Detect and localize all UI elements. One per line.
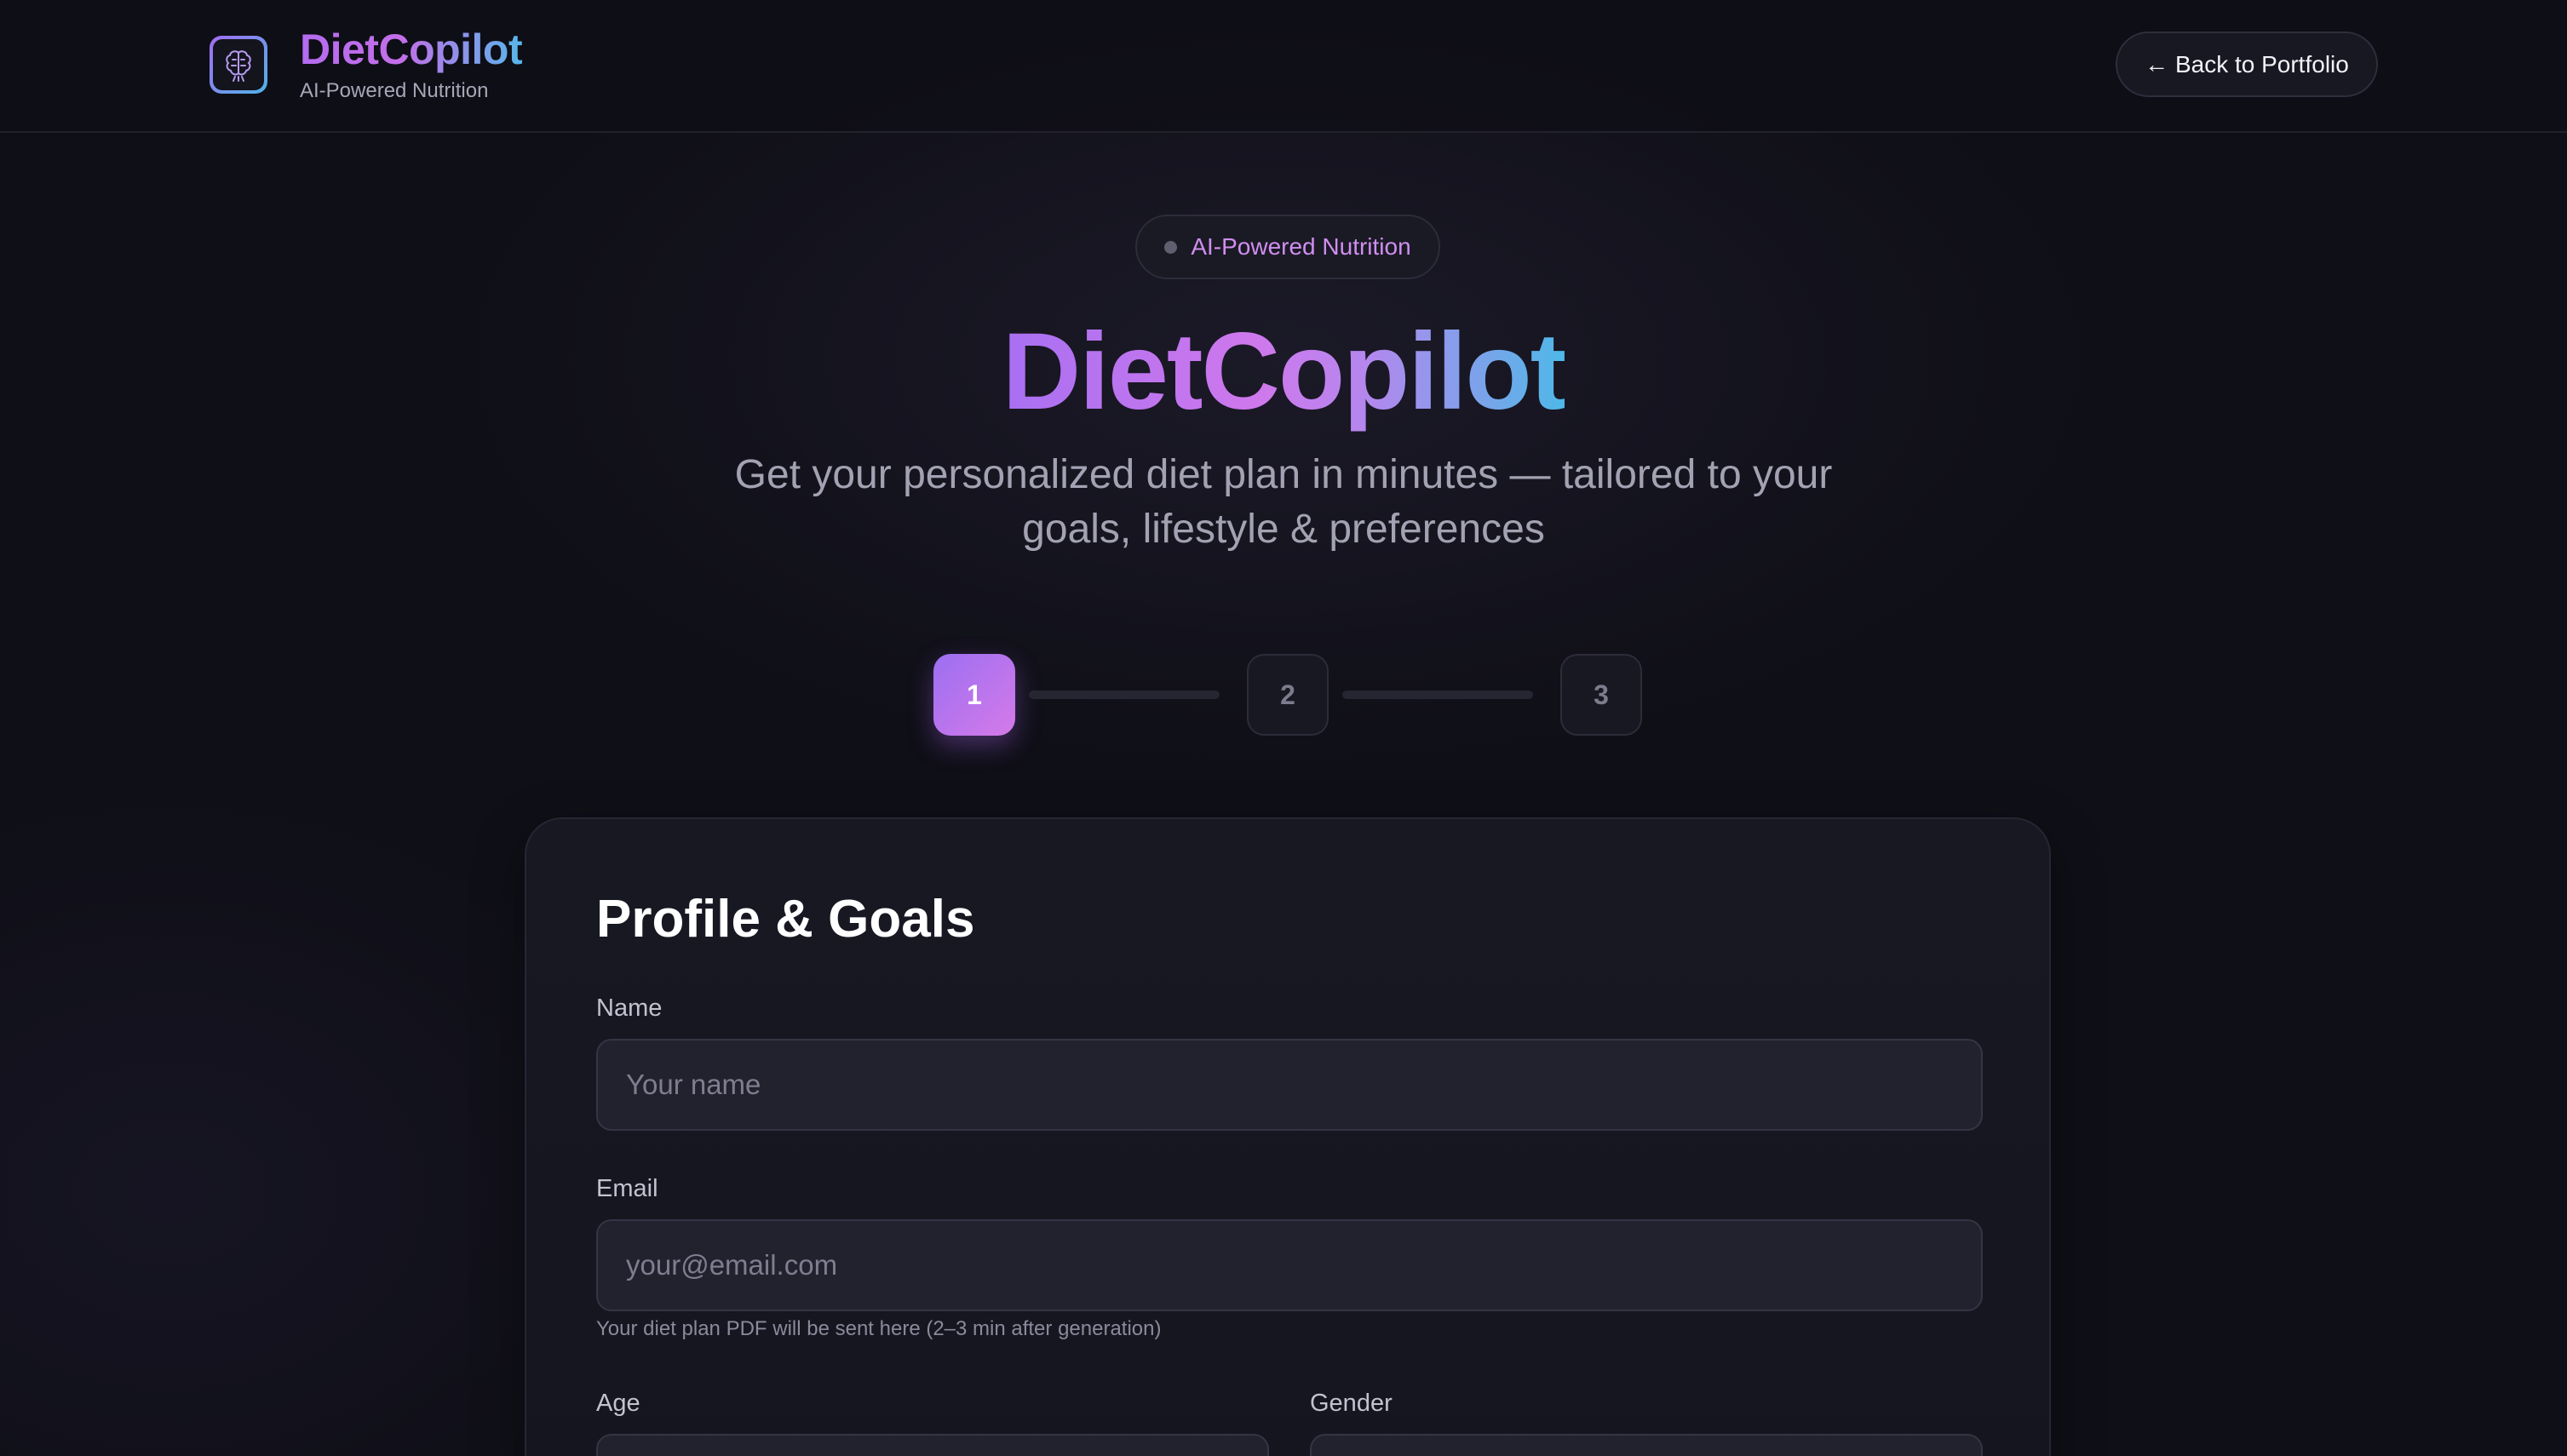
hero-badge-label: AI-Powered Nutrition: [1191, 233, 1411, 260]
name-label: Name: [596, 995, 663, 1022]
step-1-indicator[interactable]: 1: [933, 654, 1015, 736]
email-input[interactable]: [596, 1219, 1983, 1311]
age-label: Age: [596, 1390, 640, 1417]
brand-tagline: AI-Powered Nutrition: [300, 79, 489, 102]
back-button-label: ← Back to Portfolio: [2145, 50, 2349, 77]
age-input[interactable]: [596, 1434, 1269, 1456]
brand-name[interactable]: DietCopilot: [300, 24, 523, 75]
step-connector-2: [1342, 691, 1533, 699]
gender-select[interactable]: [1310, 1434, 1983, 1456]
name-input[interactable]: [596, 1039, 1983, 1131]
brand-logo[interactable]: [210, 36, 267, 94]
profile-goals-card: Profile & Goals Name Email Your diet pla…: [525, 817, 2051, 1456]
brain-icon: [213, 39, 264, 90]
card-title: Profile & Goals: [596, 890, 975, 949]
hero-badge: AI-Powered Nutrition: [1135, 215, 1440, 279]
back-to-portfolio-button[interactable]: ← Back to Portfolio: [2116, 32, 2378, 97]
hero-subtitle: Get your personalized diet plan in minut…: [734, 452, 1833, 552]
email-hint: Your diet plan PDF will be sent here (2–…: [596, 1317, 1162, 1340]
step-2-indicator[interactable]: 2: [1247, 654, 1329, 736]
status-dot-icon: [1164, 240, 1178, 254]
email-label: Email: [596, 1175, 658, 1202]
step-connector-1: [1029, 691, 1220, 699]
hero-title-text: DietCopilot: [1002, 311, 1567, 433]
gender-label: Gender: [1310, 1390, 1393, 1417]
top-navbar: DietCopilot AI-Powered Nutrition ← Back …: [0, 0, 2567, 133]
hero-title: DietCopilot: [0, 308, 2567, 436]
step-3-indicator[interactable]: 3: [1560, 654, 1642, 736]
